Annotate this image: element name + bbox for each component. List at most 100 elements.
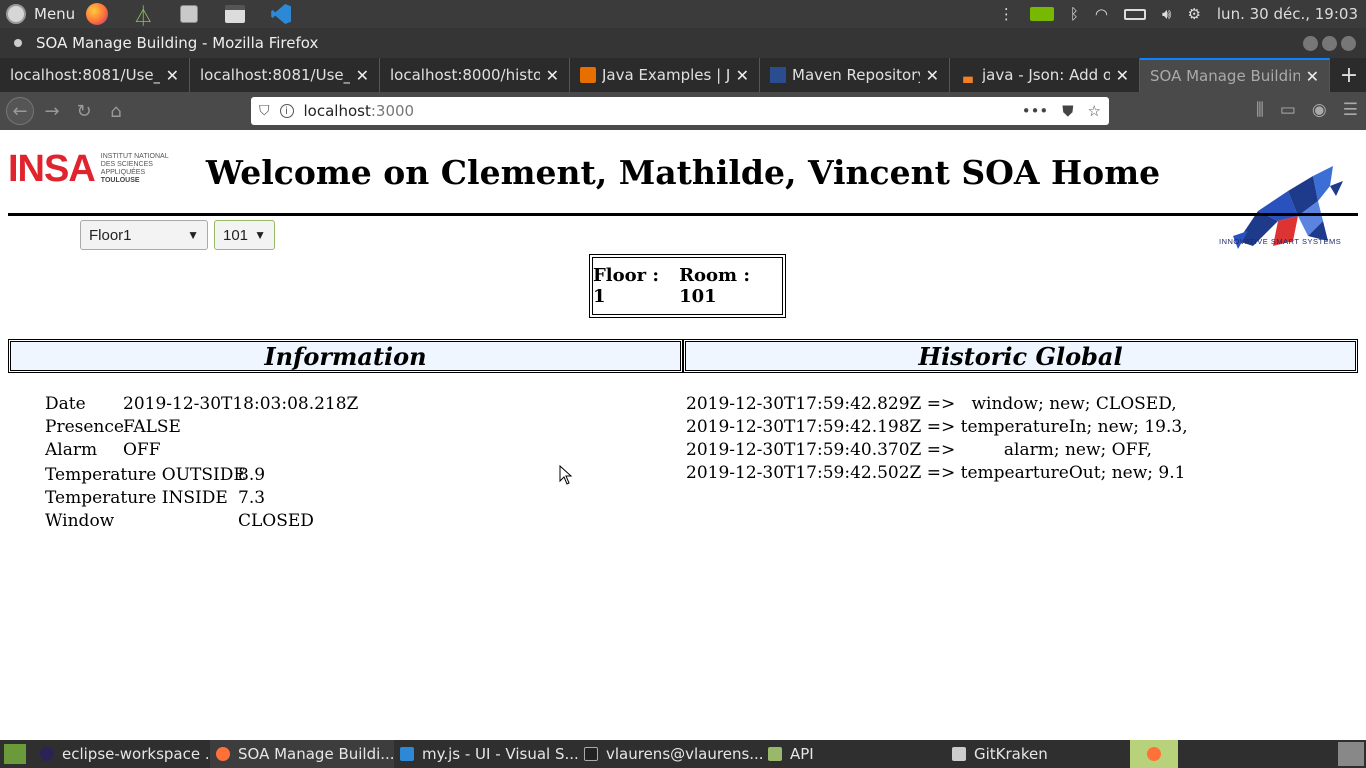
room-select[interactable]: 101 ▼ — [214, 220, 275, 250]
firefox-icon — [216, 747, 230, 761]
info-value: 7.3 — [238, 488, 266, 508]
pocket-icon[interactable]: ⛊ — [1062, 102, 1073, 120]
minimize-button[interactable] — [1303, 35, 1318, 51]
hanger-icon[interactable]: ⏃ — [131, 3, 155, 28]
show-desktop-button[interactable] — [4, 744, 26, 764]
taskbar-active-firefox[interactable] — [1130, 740, 1178, 768]
taskbar-item-vscode[interactable]: my.js - UI - Visual S... — [394, 740, 578, 768]
forward-button[interactable]: → — [38, 97, 66, 125]
firefox-icon — [1147, 747, 1161, 761]
settings-gear-icon[interactable]: ⚙ — [1187, 5, 1200, 23]
info-value: OFF — [123, 440, 161, 460]
historic-row: 2019-12-30T17:59:42.502Z => tempeartureO… — [686, 463, 1186, 483]
tab-label: Java Examples | JS — [602, 66, 730, 84]
information-header: Information — [8, 339, 683, 373]
tab-label: localhost:8081/Use_C — [10, 66, 160, 84]
close-tab-icon[interactable]: ✕ — [1306, 67, 1319, 86]
clock[interactable]: lun. 30 déc., 19:03 — [1217, 5, 1358, 23]
tab-maven-repository[interactable]: Maven Repository ✕ — [760, 58, 950, 92]
start-menu-button[interactable]: Menu — [0, 4, 75, 24]
mint-logo-icon — [6, 4, 26, 24]
firefox-icon — [86, 3, 109, 25]
tab-label: localhost:8000/histor — [390, 66, 540, 84]
firefox-launcher[interactable] — [85, 3, 109, 25]
location-floor: Floor : 1 — [593, 265, 660, 307]
panel-handle-icon: ⋮ — [998, 5, 1014, 23]
floor-select[interactable]: Floor1 ▼ — [80, 220, 208, 250]
taskbar-label: my.js - UI - Visual S... — [422, 745, 578, 763]
page-title: Welcome on Clement, Mathilde, Vincent SO… — [205, 153, 1161, 192]
info-label: Temperature INSIDE — [45, 488, 228, 508]
site-info-icon[interactable]: i — [279, 104, 294, 118]
bluetooth-icon[interactable]: ᛒ — [1070, 5, 1079, 23]
taskbar-label: eclipse-workspace ... — [62, 745, 210, 763]
tab-localhost-8081-b[interactable]: localhost:8081/Use_C ✕ — [190, 58, 380, 92]
taskbar-label: API — [790, 745, 814, 763]
historic-row: 2019-12-30T17:59:42.829Z => window; new;… — [686, 394, 1177, 414]
tab-label: SOA Manage Building — [1150, 67, 1300, 85]
info-label: Temperature OUTSIDE — [45, 465, 246, 485]
tab-localhost-8081-a[interactable]: localhost:8081/Use_C ✕ — [0, 58, 190, 92]
window-titlebar: SOA Manage Building - Mozilla Firefox — [0, 28, 1366, 58]
taskbar-label: vlaurens@vlaurens... — [606, 745, 762, 763]
close-tab-icon[interactable]: ✕ — [356, 66, 369, 85]
close-tab-icon[interactable]: ✕ — [1116, 66, 1129, 85]
maximize-button[interactable] — [1322, 35, 1337, 51]
software-manager-launcher[interactable] — [177, 3, 201, 25]
tab-java-examples[interactable]: Java Examples | JS ✕ — [570, 58, 760, 92]
package-icon — [180, 5, 199, 23]
taskbar-item-terminal[interactable]: vlaurens@vlaurens... — [578, 740, 762, 768]
tab-soa-manage-building[interactable]: SOA Manage Building ✕ — [1140, 58, 1330, 92]
new-tab-button[interactable]: + — [1332, 58, 1366, 92]
hamburger-menu-icon[interactable]: ☰ — [1343, 100, 1358, 120]
sidebar-icon[interactable]: ▭ — [1280, 100, 1296, 120]
wifi-icon[interactable]: ◠ — [1095, 5, 1108, 23]
taskbar-item-eclipse[interactable]: eclipse-workspace ... — [34, 740, 210, 768]
url-port: :3000 — [370, 102, 415, 120]
terminal-launcher[interactable] — [223, 3, 247, 25]
window-title: SOA Manage Building - Mozilla Firefox — [36, 34, 319, 52]
url-text[interactable]: localhost:3000 — [304, 102, 415, 120]
info-label: Alarm — [45, 440, 98, 460]
account-icon[interactable]: ◉ — [1312, 100, 1327, 120]
info-label: Date — [45, 394, 86, 414]
taskbar-item-gitkraken[interactable]: GitKraken — [946, 740, 1130, 768]
back-button[interactable]: ← — [6, 97, 34, 125]
taskbar-item-firefox[interactable]: SOA Manage Buildi... — [210, 740, 394, 768]
location-room: Room : 101 — [679, 265, 750, 307]
close-tab-icon[interactable]: ✕ — [546, 66, 559, 85]
close-tab-icon[interactable]: ✕ — [736, 66, 749, 85]
info-value: 2019-12-30T18:03:08.218Z — [123, 394, 359, 414]
battery-icon[interactable] — [1123, 8, 1146, 20]
tracking-shield-icon[interactable]: ⛉ — [259, 103, 270, 119]
vscode-launcher[interactable] — [269, 3, 293, 25]
java-favicon-icon — [580, 67, 596, 83]
historic-header: Historic Global — [683, 339, 1358, 373]
address-bar[interactable]: ⛉ i localhost:3000 ••• ⛊ ☆ — [251, 97, 1109, 125]
information-header-text: Information — [10, 341, 681, 371]
close-tab-icon[interactable]: ✕ — [166, 66, 179, 85]
eclipse-icon — [40, 747, 54, 761]
chevron-down-icon: ▼ — [187, 228, 199, 242]
bookmark-star-icon[interactable]: ☆ — [1088, 102, 1101, 120]
window-menu-icon[interactable] — [14, 39, 22, 47]
tab-stackoverflow[interactable]: java - Json: Add ob ✕ — [950, 58, 1140, 92]
tab-label: java - Json: Add ob — [982, 66, 1110, 84]
nvidia-icon[interactable] — [1029, 7, 1054, 21]
reload-button[interactable]: ↻ — [70, 97, 98, 125]
historic-row: 2019-12-30T17:59:40.370Z => alarm; new; … — [686, 440, 1152, 460]
close-tab-icon[interactable]: ✕ — [926, 66, 939, 85]
navigation-toolbar: ← → ↻ ⌂ ⛉ i localhost:3000 ••• ⛊ ☆ ⫼ ▭ ◉… — [0, 92, 1366, 130]
location-box: Floor : 1 Room : 101 — [589, 254, 786, 318]
volume-icon[interactable]: 🔊︎ — [1162, 5, 1171, 23]
workspace-switcher[interactable] — [1338, 742, 1364, 766]
tab-localhost-8000[interactable]: localhost:8000/histor ✕ — [380, 58, 570, 92]
library-icon[interactable]: ⫼ — [1256, 100, 1264, 120]
page-actions-icon[interactable]: ••• — [1022, 102, 1049, 120]
folder-icon — [768, 747, 782, 761]
taskbar-item-api-folder[interactable]: API — [762, 740, 946, 768]
home-button[interactable]: ⌂ — [102, 97, 130, 125]
close-window-button[interactable] — [1341, 35, 1356, 51]
info-label: Window — [45, 511, 115, 531]
tab-strip: localhost:8081/Use_C ✕ localhost:8081/Us… — [0, 58, 1366, 92]
